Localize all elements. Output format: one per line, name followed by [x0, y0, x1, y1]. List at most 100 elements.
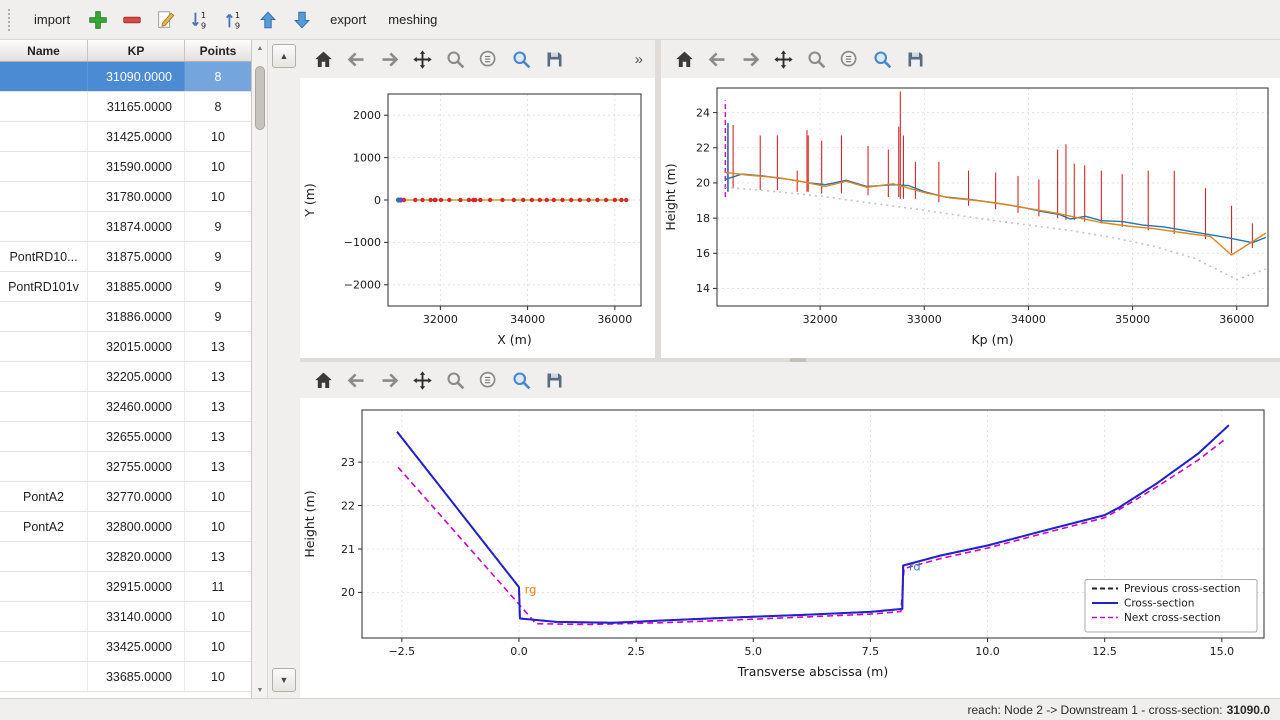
cell-name[interactable]: [0, 182, 88, 211]
pan-button[interactable]: [409, 46, 435, 72]
zoom-button[interactable]: [803, 46, 829, 72]
cell-name[interactable]: [0, 212, 88, 241]
forward-button[interactable]: [737, 46, 763, 72]
cell-name[interactable]: PontA2: [0, 512, 88, 541]
cell-kp[interactable]: 33685.0000: [88, 662, 185, 691]
column-header-name[interactable]: Name: [0, 40, 88, 61]
cell-name[interactable]: [0, 422, 88, 451]
edit-axes-button[interactable]: [475, 367, 501, 393]
cell-name[interactable]: [0, 572, 88, 601]
home-button[interactable]: [671, 46, 697, 72]
cell-points[interactable]: 13: [185, 452, 251, 481]
cell-kp[interactable]: 31090.0000: [88, 62, 185, 91]
table-row[interactable]: 31886.00009: [0, 302, 251, 332]
cross-section-figure-canvas[interactable]: −2.50.02.55.07.510.012.515.020212223Tran…: [300, 398, 1280, 698]
cell-name[interactable]: [0, 332, 88, 361]
export-button[interactable]: export: [320, 6, 376, 33]
edit-cross-section-button[interactable]: [150, 4, 182, 36]
cell-kp[interactable]: 32800.0000: [88, 512, 185, 541]
cell-points[interactable]: 10: [185, 482, 251, 511]
zoom-button[interactable]: [442, 367, 468, 393]
cell-kp[interactable]: 31590.0000: [88, 152, 185, 181]
move-up-button[interactable]: [252, 4, 284, 36]
cell-points[interactable]: 10: [185, 182, 251, 211]
cell-kp[interactable]: 31885.0000: [88, 272, 185, 301]
cell-points[interactable]: 13: [185, 392, 251, 421]
cell-kp[interactable]: 32460.0000: [88, 392, 185, 421]
table-row[interactable]: 31874.00009: [0, 212, 251, 242]
cell-name[interactable]: [0, 602, 88, 631]
cell-kp[interactable]: 31875.0000: [88, 242, 185, 271]
cell-points[interactable]: 13: [185, 542, 251, 571]
table-row[interactable]: 33685.000010: [0, 662, 251, 692]
splitter-handle[interactable]: [790, 358, 806, 362]
table-row[interactable]: PontRD10...31875.00009: [0, 242, 251, 272]
table-scrollbar[interactable]: ▲ ▼: [252, 40, 268, 698]
cell-points[interactable]: 10: [185, 122, 251, 151]
cell-kp[interactable]: 31886.0000: [88, 302, 185, 331]
pan-button[interactable]: [409, 367, 435, 393]
toolbar-overflow-chevron[interactable]: »: [635, 51, 645, 68]
cell-points[interactable]: 9: [185, 302, 251, 331]
previous-section-button[interactable]: ▲: [272, 44, 296, 68]
cell-points[interactable]: 10: [185, 662, 251, 691]
cell-points[interactable]: 9: [185, 242, 251, 271]
move-down-button[interactable]: [286, 4, 318, 36]
cell-kp[interactable]: 31165.0000: [88, 92, 185, 121]
add-cross-section-button[interactable]: [82, 4, 114, 36]
edit-axes-button[interactable]: [836, 46, 862, 72]
zoom-rect-button[interactable]: [869, 46, 895, 72]
cell-kp[interactable]: 32655.0000: [88, 422, 185, 451]
cell-name[interactable]: [0, 62, 88, 91]
cell-name[interactable]: [0, 122, 88, 151]
cell-name[interactable]: [0, 302, 88, 331]
cell-kp[interactable]: 32820.0000: [88, 542, 185, 571]
profile-figure-canvas[interactable]: 3200033000340003500036000141618202224Kp …: [661, 78, 1280, 358]
sort-descending-button[interactable]: 19: [184, 4, 216, 36]
save-button[interactable]: [541, 46, 567, 72]
meshing-button[interactable]: meshing: [378, 6, 447, 33]
horizontal-splitter[interactable]: [300, 358, 1280, 362]
table-row[interactable]: 33425.000010: [0, 632, 251, 662]
table-row[interactable]: PontA232800.000010: [0, 512, 251, 542]
table-row[interactable]: 32755.000013: [0, 452, 251, 482]
cell-points[interactable]: 13: [185, 332, 251, 361]
table-row[interactable]: 33140.000010: [0, 602, 251, 632]
scrollbar-thumb[interactable]: [255, 66, 265, 130]
sort-ascending-button[interactable]: 19: [218, 4, 250, 36]
cell-points[interactable]: 10: [185, 602, 251, 631]
cell-kp[interactable]: 31425.0000: [88, 122, 185, 151]
forward-button[interactable]: [376, 46, 402, 72]
cell-kp[interactable]: 32205.0000: [88, 362, 185, 391]
table-row[interactable]: 32015.000013: [0, 332, 251, 362]
save-button[interactable]: [541, 367, 567, 393]
scrollbar-down-button[interactable]: ▼: [254, 684, 266, 696]
cell-name[interactable]: [0, 362, 88, 391]
import-button[interactable]: import: [24, 6, 80, 33]
cell-name[interactable]: [0, 662, 88, 691]
table-row[interactable]: 31590.000010: [0, 152, 251, 182]
cell-name[interactable]: [0, 152, 88, 181]
cell-points[interactable]: 10: [185, 632, 251, 661]
table-row[interactable]: 32820.000013: [0, 542, 251, 572]
column-header-kp[interactable]: KP: [88, 40, 185, 61]
cell-kp[interactable]: 33425.0000: [88, 632, 185, 661]
cell-name[interactable]: [0, 542, 88, 571]
pan-button[interactable]: [770, 46, 796, 72]
cell-name[interactable]: PontRD101v: [0, 272, 88, 301]
cell-kp[interactable]: 32755.0000: [88, 452, 185, 481]
cell-name[interactable]: [0, 632, 88, 661]
cell-kp[interactable]: 33140.0000: [88, 602, 185, 631]
cell-points[interactable]: 11: [185, 572, 251, 601]
zoom-button[interactable]: [442, 46, 468, 72]
cell-kp[interactable]: 32015.0000: [88, 332, 185, 361]
cell-kp[interactable]: 32770.0000: [88, 482, 185, 511]
column-header-points[interactable]: Points: [185, 40, 251, 61]
cell-points[interactable]: 8: [185, 92, 251, 121]
cell-name[interactable]: [0, 392, 88, 421]
next-section-button[interactable]: ▼: [272, 668, 296, 692]
cell-points[interactable]: 13: [185, 422, 251, 451]
scrollbar-up-button[interactable]: ▲: [254, 42, 266, 54]
cell-name[interactable]: PontA2: [0, 482, 88, 511]
zoom-rect-button[interactable]: [508, 367, 534, 393]
